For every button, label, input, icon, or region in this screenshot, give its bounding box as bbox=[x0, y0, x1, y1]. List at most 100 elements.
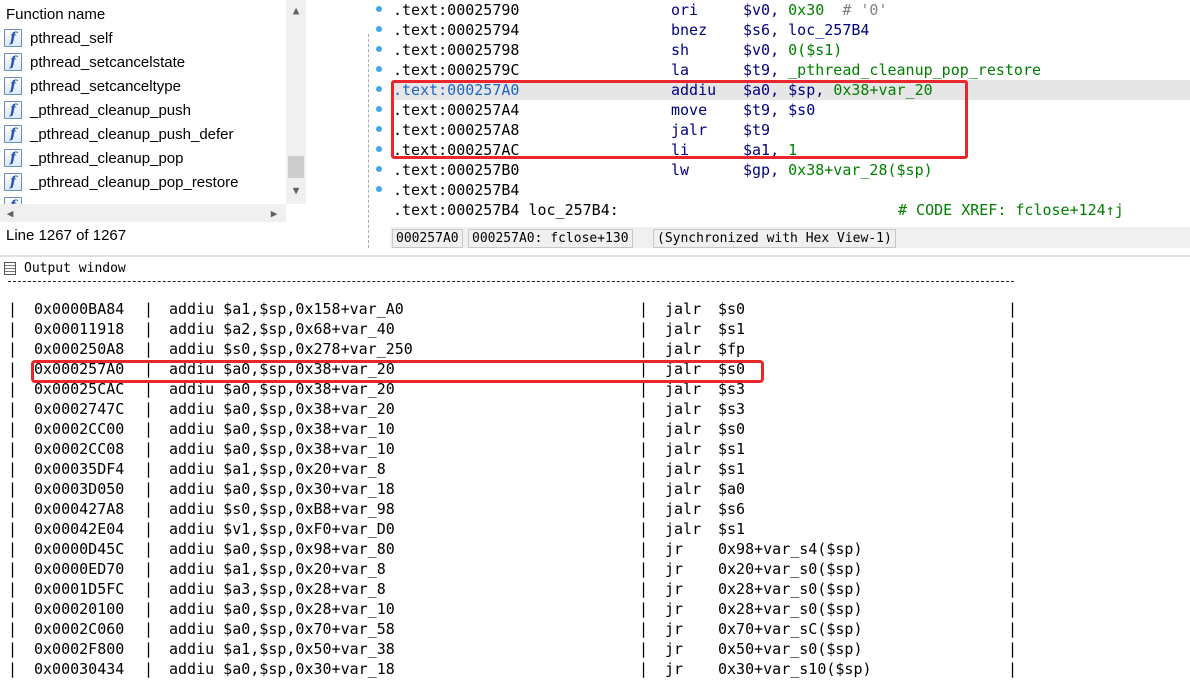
scroll-right-arrow-icon[interactable]: ▶ bbox=[264, 205, 284, 221]
output-table-row[interactable]: | 0x0000D45C | addiu $a0,$sp,0x98+var_80 | jr… bbox=[0, 539, 1020, 559]
scroll-down-arrow-icon[interactable]: ▼ bbox=[286, 182, 306, 198]
disasm-line[interactable]: .text:00025798 sh $v0, 0($s1) bbox=[393, 40, 1190, 60]
row-address: 0x0000ED70 bbox=[34, 560, 125, 578]
function-item[interactable]: f pthread_setcancelstate bbox=[4, 50, 286, 74]
column-separator: | bbox=[1008, 560, 1018, 578]
column-separator: | bbox=[1008, 440, 1018, 458]
output-table-row[interactable]: | 0x0002C060 | addiu $a0,$sp,0x70+var_58 | jr… bbox=[0, 619, 1020, 639]
functions-horizontal-scrollbar[interactable]: ◀ ▶ bbox=[0, 204, 286, 222]
function-item-partial[interactable]: f bbox=[4, 194, 286, 204]
breakpoint-dot-icon[interactable] bbox=[376, 126, 382, 132]
output-table-row[interactable]: | 0x000250A8 | addiu $s0,$sp,0x278+var_250 |… bbox=[0, 339, 1020, 359]
row-address: 0x0000BA84 bbox=[34, 300, 125, 318]
function-item[interactable]: f pthread_self bbox=[4, 26, 286, 50]
breakpoint-dot-icon[interactable] bbox=[376, 66, 382, 72]
row-jump-mnemonic: jr bbox=[665, 600, 684, 618]
function-item[interactable]: f _pthread_cleanup_pop bbox=[4, 146, 286, 170]
column-separator: | bbox=[1008, 320, 1018, 338]
disasm-line[interactable]: .text:00025790 ori $v0, 0x30 # '0' bbox=[393, 0, 1190, 20]
function-item[interactable]: f _pthread_cleanup_push_defer bbox=[4, 122, 286, 146]
breakpoint-dot-icon[interactable] bbox=[376, 6, 382, 12]
output-window-titlebar[interactable]: Output window bbox=[0, 255, 1190, 281]
breakpoint-dot-icon[interactable] bbox=[376, 106, 382, 112]
row-instruction: addiu $a3,$sp,0x28+var_8 bbox=[169, 580, 386, 598]
disasm-operands: $v0, 0($s1) bbox=[743, 40, 842, 60]
output-table-row[interactable]: | 0x00030434 | addiu $a0,$sp,0x30+var_18 | jr… bbox=[0, 659, 1020, 679]
output-table-row[interactable]: | 0x0002CC08 | addiu $a0,$sp,0x38+var_10 | ja… bbox=[0, 439, 1020, 459]
disasm-line[interactable]: .text:000257B4 bbox=[393, 180, 1190, 200]
breakpoint-dot-icon[interactable] bbox=[376, 166, 382, 172]
row-instruction: addiu $a1,$sp,0x20+var_8 bbox=[169, 460, 386, 478]
function-item[interactable]: f _pthread_cleanup_push bbox=[4, 98, 286, 122]
column-separator: | bbox=[1008, 300, 1018, 318]
column-separator: | bbox=[639, 500, 649, 518]
disasm-line[interactable]: .text:000257B0 lw $gp, 0x38+var_28($sp) bbox=[393, 160, 1190, 180]
column-separator: | bbox=[8, 420, 18, 438]
output-window-icon bbox=[4, 262, 16, 275]
scroll-up-arrow-icon[interactable]: ▲ bbox=[286, 2, 306, 18]
output-table-row[interactable]: | 0x00042E04 | addiu $v1,$sp,0xF0+var_D0 | ja… bbox=[0, 519, 1020, 539]
column-separator: | bbox=[144, 420, 154, 438]
output-table-row[interactable]: | 0x0001D5FC | addiu $a3,$sp,0x28+var_8 | jr 0… bbox=[0, 579, 1020, 599]
row-jump-mnemonic: jalr bbox=[665, 500, 702, 518]
row-address: 0x00030434 bbox=[34, 660, 125, 678]
row-jump-mnemonic: jalr bbox=[665, 300, 702, 318]
disasm-label-line[interactable]: .text:000257B4 loc_257B4: # CODE XREF: f… bbox=[393, 200, 1190, 220]
column-separator: | bbox=[639, 640, 649, 658]
column-separator: | bbox=[639, 320, 649, 338]
row-jump-mnemonic: jalr bbox=[665, 340, 702, 358]
output-table-row[interactable]: | 0x00020100 | addiu $a0,$sp,0x28+var_10 | jr… bbox=[0, 599, 1020, 619]
breakpoint-dot-icon[interactable] bbox=[376, 26, 382, 32]
breakpoint-dot-icon[interactable] bbox=[376, 146, 382, 152]
table-top-border bbox=[8, 281, 1014, 282]
output-table-row[interactable]: | 0x0002CC00 | addiu $a0,$sp,0x38+var_10 | ja… bbox=[0, 419, 1020, 439]
output-table-row[interactable]: | 0x0002F800 | addiu $a1,$sp,0x50+var_38 | jr… bbox=[0, 639, 1020, 659]
code-xref-comment[interactable]: # CODE XREF: fclose+124↑j bbox=[898, 200, 1124, 220]
column-separator: | bbox=[144, 460, 154, 478]
column-separator: | bbox=[8, 600, 18, 618]
operand-regs: $gp, bbox=[743, 161, 789, 179]
disasm-comment: # '0' bbox=[824, 1, 888, 19]
breakpoint-dot-icon[interactable] bbox=[376, 186, 382, 192]
column-separator: | bbox=[639, 460, 649, 478]
column-separator: | bbox=[8, 620, 18, 638]
function-item[interactable]: f _pthread_cleanup_pop_restore bbox=[4, 170, 286, 194]
functions-vertical-scrollbar[interactable]: ▲ ▼ bbox=[286, 0, 306, 204]
column-separator: | bbox=[8, 560, 18, 578]
output-window-body[interactable]: | 0x0000BA84 | addiu $a1,$sp,0x158+var_A0 | j… bbox=[0, 279, 1190, 682]
column-separator: | bbox=[639, 300, 649, 318]
scrollbar-thumb[interactable] bbox=[288, 156, 304, 178]
functions-list: f pthread_self f pthread_setcancelstate fp… bbox=[0, 26, 286, 204]
operand-regs: $t9, bbox=[743, 61, 789, 79]
output-table-row[interactable]: | 0x000427A8 | addiu $s0,$sp,0xB8+var_98 | ja… bbox=[0, 499, 1020, 519]
output-table-row[interactable]: | 0x00011918 | addiu $a2,$sp,0x68+var_40 | ja… bbox=[0, 319, 1020, 339]
row-instruction: addiu $v1,$sp,0xF0+var_D0 bbox=[169, 520, 395, 538]
output-table-row[interactable]: | 0x0002747C | addiu $a0,$sp,0x38+var_20 | ja… bbox=[0, 399, 1020, 419]
breakpoint-dot-icon[interactable] bbox=[376, 46, 382, 52]
scroll-left-arrow-icon[interactable]: ◀ bbox=[0, 205, 20, 221]
row-address: 0x000250A8 bbox=[34, 340, 125, 358]
row-jump-target: $s1 bbox=[718, 460, 746, 478]
function-icon: f bbox=[4, 197, 22, 204]
column-separator: | bbox=[1008, 500, 1018, 518]
breakpoint-dot-icon[interactable] bbox=[376, 86, 382, 92]
functions-column-header[interactable]: Function name bbox=[6, 6, 105, 23]
column-separator: | bbox=[144, 300, 154, 318]
column-separator: | bbox=[639, 580, 649, 598]
row-jump-target: 0x30+var_s10($sp) bbox=[718, 660, 872, 678]
row-jump-mnemonic: jalr bbox=[665, 480, 702, 498]
output-table-row[interactable]: | 0x0003D050 | addiu $a0,$sp,0x30+var_18 | ja… bbox=[0, 479, 1020, 499]
row-instruction: addiu $s0,$sp,0x278+var_250 bbox=[169, 340, 413, 358]
disasm-line[interactable]: .text:00025794 bnez $s6, loc_257B4 bbox=[393, 20, 1190, 40]
output-table-row[interactable]: | 0x0000ED70 | addiu $a1,$sp,0x20+var_8 | jr 0… bbox=[0, 559, 1020, 579]
flow-arrows-gutter bbox=[310, 0, 390, 248]
column-separator: | bbox=[8, 400, 18, 418]
column-separator: | bbox=[1008, 620, 1018, 638]
function-item[interactable]: f pthread_setcanceltype bbox=[4, 74, 286, 98]
output-table-row[interactable]: | 0x0000BA84 | addiu $a1,$sp,0x158+var_A0 | j… bbox=[0, 299, 1020, 319]
row-instruction: addiu $a1,$sp,0x50+var_38 bbox=[169, 640, 395, 658]
disasm-line[interactable]: .text:0002579C la $t9, _pthread_cleanup_… bbox=[393, 60, 1190, 80]
output-table-row[interactable]: | 0x00035DF4 | addiu $a1,$sp,0x20+var_8 | jal… bbox=[0, 459, 1020, 479]
column-separator: | bbox=[8, 480, 18, 498]
row-jump-target: $s1 bbox=[718, 320, 746, 338]
